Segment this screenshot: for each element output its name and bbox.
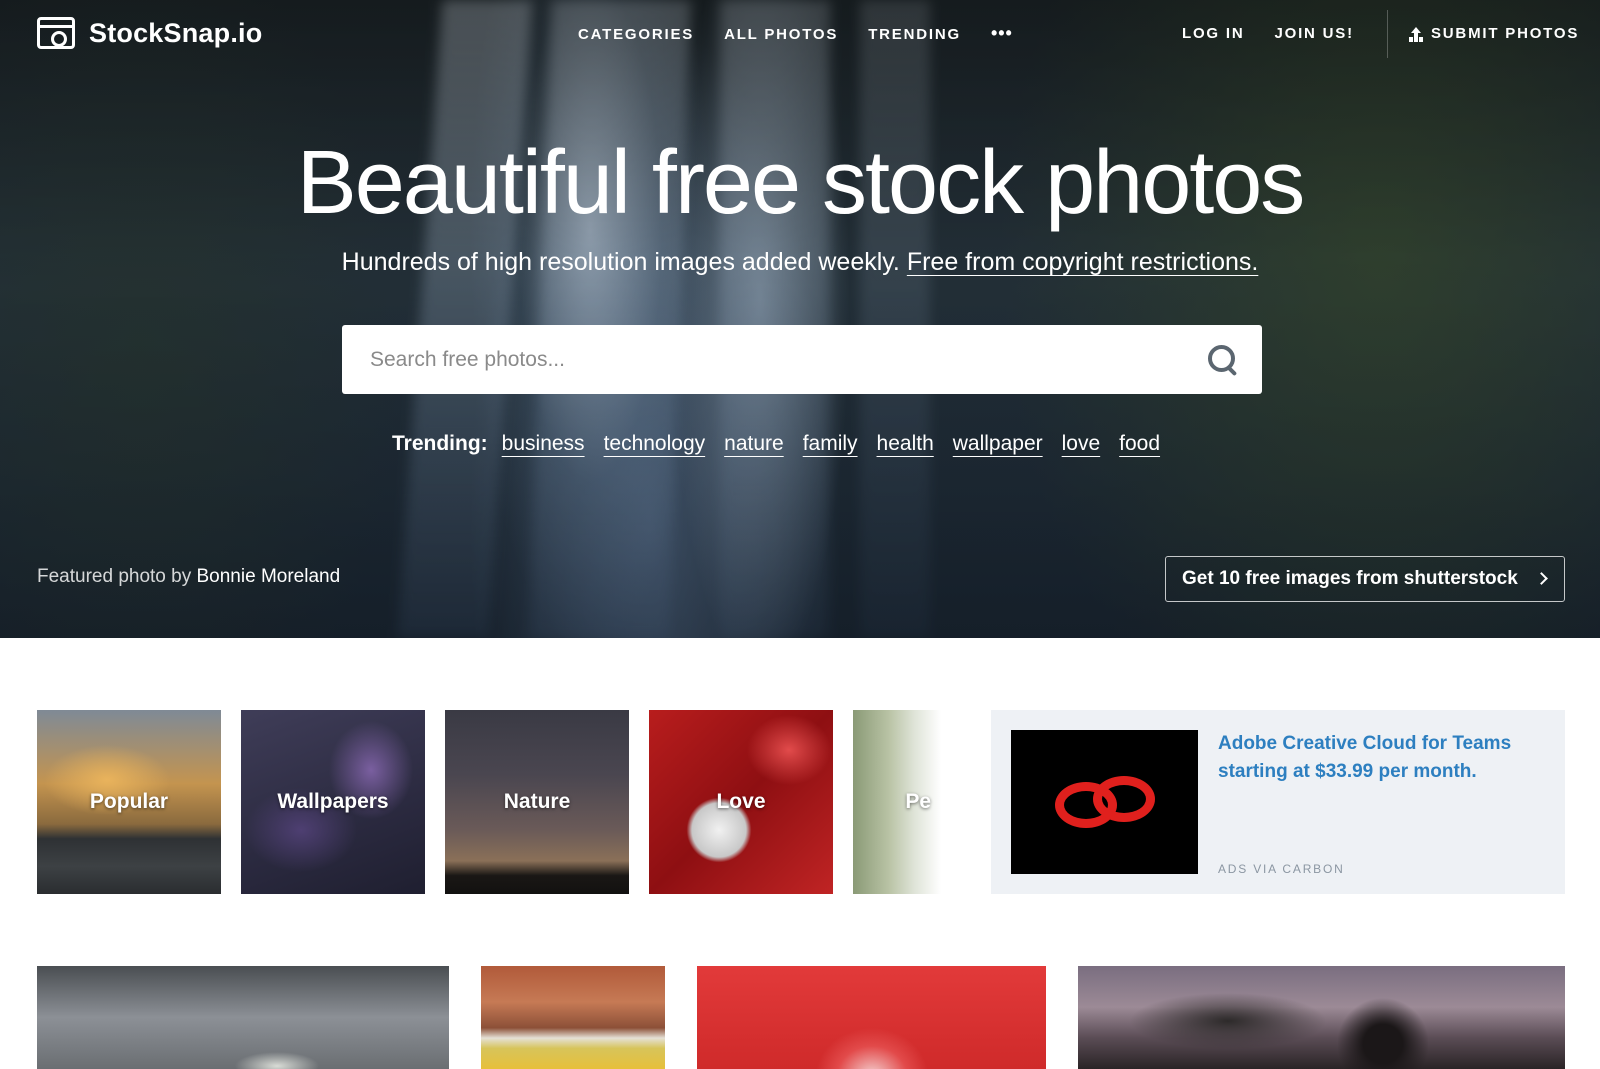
ad-link[interactable]: Adobe Creative Cloud for Teams starting …: [1218, 730, 1548, 786]
credit-prefix: Featured photo by: [37, 566, 192, 587]
nav-divider: [1387, 10, 1388, 58]
copyright-link[interactable]: Free from copyright restrictions.: [907, 248, 1259, 276]
trending-label: Trending:: [392, 432, 488, 455]
trending-tag-food[interactable]: food: [1119, 432, 1160, 456]
join-link[interactable]: JOIN US!: [1274, 25, 1353, 42]
brand-name: StockSnap.io: [89, 17, 263, 48]
shutterstock-label: Get 10 free images from shutterstock: [1182, 568, 1518, 589]
category-label: Love: [716, 790, 766, 813]
category-wallpapers[interactable]: Wallpapers: [241, 710, 425, 894]
search-input[interactable]: [342, 325, 1182, 394]
category-tiles: Popular Wallpapers Nature Love Pe: [37, 710, 941, 894]
trending-tag-health[interactable]: health: [877, 432, 934, 456]
category-love[interactable]: Love: [649, 710, 833, 894]
search-icon[interactable]: [1206, 343, 1240, 377]
nav-right: LOG IN JOIN US!: [1182, 25, 1354, 42]
photo-thumbnail[interactable]: [37, 966, 449, 1069]
nav-categories[interactable]: CATEGORIES: [578, 26, 694, 43]
photo-thumbnail[interactable]: [697, 966, 1046, 1069]
logo-link[interactable]: StockSnap.io: [37, 17, 262, 49]
category-nature[interactable]: Nature: [445, 710, 629, 894]
upload-icon: [1409, 26, 1423, 41]
trending-tag-business[interactable]: business: [502, 432, 585, 456]
category-label: Popular: [89, 790, 169, 813]
photo-thumbnail[interactable]: [1078, 966, 1565, 1069]
ad-image[interactable]: [1011, 730, 1198, 874]
top-nav: StockSnap.io CATEGORIES ALL PHOTOS TREND…: [0, 0, 1600, 70]
credit-author-link[interactable]: Bonnie Moreland: [197, 566, 341, 587]
category-label: Pe: [905, 790, 931, 813]
subtitle-text: Hundreds of high resolution images added…: [341, 248, 900, 276]
logo-ring: [1093, 776, 1155, 822]
chevron-right-icon: [1535, 572, 1548, 585]
submit-photos-label: SUBMIT PHOTOS: [1431, 25, 1580, 42]
shutterstock-button[interactable]: Get 10 free images from shutterstock: [1165, 556, 1565, 602]
carbon-ad[interactable]: Adobe Creative Cloud for Teams starting …: [991, 710, 1565, 894]
creative-cloud-logo-icon: [1055, 770, 1155, 834]
nav-trending[interactable]: TRENDING: [868, 26, 961, 43]
nav-all-photos[interactable]: ALL PHOTOS: [724, 26, 838, 43]
hero-banner: StockSnap.io CATEGORIES ALL PHOTOS TREND…: [0, 0, 1600, 638]
photo-thumbnail[interactable]: [481, 966, 665, 1069]
ads-via-carbon-label[interactable]: ADS VIA CARBON: [1218, 862, 1345, 876]
trending-tag-family[interactable]: family: [803, 432, 858, 456]
hero-overlay: [0, 0, 1600, 638]
category-label: Wallpapers: [277, 790, 389, 813]
search-bar: [342, 325, 1262, 394]
more-menu-icon[interactable]: •••: [991, 23, 1013, 44]
trending-tag-nature[interactable]: nature: [724, 432, 784, 456]
camera-icon: [37, 17, 75, 49]
hero-subtitle: Hundreds of high resolution images added…: [0, 248, 1600, 277]
page-title: Beautiful free stock photos: [296, 133, 1306, 233]
trending-tag-technology[interactable]: technology: [604, 432, 706, 456]
photo-credit: Featured photo by Bonnie Moreland: [37, 566, 340, 588]
category-people[interactable]: Pe: [853, 710, 941, 894]
nav-center: CATEGORIES ALL PHOTOS TRENDING •••: [578, 23, 1013, 44]
trending-tags: Trending: business technology nature fam…: [392, 432, 1160, 456]
category-popular[interactable]: Popular: [37, 710, 221, 894]
trending-tag-wallpaper[interactable]: wallpaper: [953, 432, 1043, 456]
category-label: Nature: [503, 790, 571, 813]
submit-photos-button[interactable]: SUBMIT PHOTOS: [1409, 25, 1579, 42]
login-link[interactable]: LOG IN: [1182, 25, 1244, 42]
trending-tag-love[interactable]: love: [1062, 432, 1101, 456]
